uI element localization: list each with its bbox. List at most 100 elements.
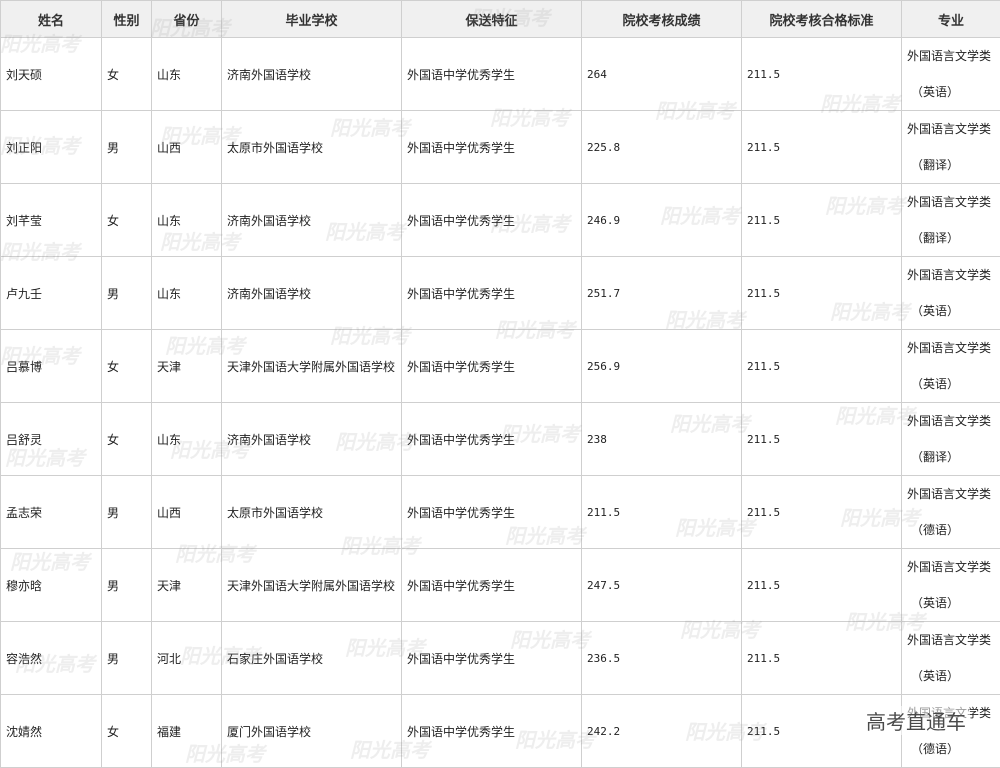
admission-table: 姓名 性别 省份 毕业学校 保送特征 院校考核成绩 院校考核合格标准 专业 刘天… bbox=[0, 0, 1000, 768]
cell-school: 天津外国语大学附属外国语学校 bbox=[222, 330, 402, 403]
major-name: 外国语言文学类 bbox=[907, 549, 1000, 585]
cell-standard: 211.5 bbox=[742, 476, 902, 549]
cell-score: 247.5 bbox=[582, 549, 742, 622]
cell-name: 孟志荣 bbox=[1, 476, 102, 549]
major-name: 外国语言文学类 bbox=[907, 622, 1000, 658]
cell-name: 沈婧然 bbox=[1, 695, 102, 768]
cell-gender: 男 bbox=[102, 476, 152, 549]
cell-name: 吕舒灵 bbox=[1, 403, 102, 476]
cell-province: 山东 bbox=[152, 184, 222, 257]
cell-standard: 211.5 bbox=[742, 403, 902, 476]
major-track: （英语） bbox=[907, 366, 1000, 402]
cell-name: 刘天硕 bbox=[1, 38, 102, 111]
cell-feature: 外国语中学优秀学生 bbox=[402, 184, 582, 257]
cell-name: 容浩然 bbox=[1, 622, 102, 695]
major-name: 外国语言文学类 bbox=[907, 403, 1000, 439]
header-major: 专业 bbox=[902, 1, 1000, 38]
cell-province: 山西 bbox=[152, 476, 222, 549]
header-feature: 保送特征 bbox=[402, 1, 582, 38]
major-track: （英语） bbox=[907, 293, 1000, 329]
cell-gender: 女 bbox=[102, 695, 152, 768]
cell-school: 天津外国语大学附属外国语学校 bbox=[222, 549, 402, 622]
cell-score: 236.5 bbox=[582, 622, 742, 695]
header-score: 院校考核成绩 bbox=[582, 1, 742, 38]
cell-name: 吕慕博 bbox=[1, 330, 102, 403]
header-standard: 院校考核合格标准 bbox=[742, 1, 902, 38]
cell-school: 济南外国语学校 bbox=[222, 257, 402, 330]
header-school: 毕业学校 bbox=[222, 1, 402, 38]
cell-standard: 211.5 bbox=[742, 38, 902, 111]
cell-gender: 女 bbox=[102, 403, 152, 476]
table-row: 刘正阳 男 山西 太原市外国语学校 外国语中学优秀学生 225.8 211.5 … bbox=[1, 111, 1000, 184]
cell-major: 外国语言文学类（德语） bbox=[902, 476, 1000, 549]
cell-feature: 外国语中学优秀学生 bbox=[402, 257, 582, 330]
cell-feature: 外国语中学优秀学生 bbox=[402, 403, 582, 476]
cell-feature: 外国语中学优秀学生 bbox=[402, 476, 582, 549]
table-row: 吕慕博 女 天津 天津外国语大学附属外国语学校 外国语中学优秀学生 256.9 … bbox=[1, 330, 1000, 403]
table-row: 穆亦晗 男 天津 天津外国语大学附属外国语学校 外国语中学优秀学生 247.5 … bbox=[1, 549, 1000, 622]
major-track: （英语） bbox=[907, 585, 1000, 621]
cell-gender: 女 bbox=[102, 184, 152, 257]
cell-score: 242.2 bbox=[582, 695, 742, 768]
brand-label: 高考直通车 bbox=[862, 706, 970, 735]
major-name: 外国语言文学类 bbox=[907, 330, 1000, 366]
cell-feature: 外国语中学优秀学生 bbox=[402, 695, 582, 768]
cell-province: 天津 bbox=[152, 330, 222, 403]
cell-gender: 男 bbox=[102, 622, 152, 695]
cell-name: 穆亦晗 bbox=[1, 549, 102, 622]
cell-gender: 男 bbox=[102, 111, 152, 184]
table-row: 容浩然 男 河北 石家庄外国语学校 外国语中学优秀学生 236.5 211.5 … bbox=[1, 622, 1000, 695]
header-gender: 性别 bbox=[102, 1, 152, 38]
cell-feature: 外国语中学优秀学生 bbox=[402, 622, 582, 695]
cell-feature: 外国语中学优秀学生 bbox=[402, 38, 582, 111]
cell-major: 外国语言文学类（英语） bbox=[902, 622, 1000, 695]
cell-score: 264 bbox=[582, 38, 742, 111]
cell-score: 256.9 bbox=[582, 330, 742, 403]
cell-feature: 外国语中学优秀学生 bbox=[402, 549, 582, 622]
cell-school: 济南外国语学校 bbox=[222, 38, 402, 111]
cell-gender: 女 bbox=[102, 38, 152, 111]
cell-province: 山东 bbox=[152, 257, 222, 330]
cell-province: 山西 bbox=[152, 111, 222, 184]
cell-score: 225.8 bbox=[582, 111, 742, 184]
cell-name: 卢九壬 bbox=[1, 257, 102, 330]
cell-major: 外国语言文学类（翻译） bbox=[902, 111, 1000, 184]
major-name: 外国语言文学类 bbox=[907, 184, 1000, 220]
header-province: 省份 bbox=[152, 1, 222, 38]
major-track: （德语） bbox=[907, 512, 1000, 548]
cell-major: 外国语言文学类（英语） bbox=[902, 38, 1000, 111]
major-track: （英语） bbox=[907, 74, 1000, 110]
cell-score: 246.9 bbox=[582, 184, 742, 257]
cell-major: 外国语言文学类（英语） bbox=[902, 257, 1000, 330]
cell-major: 外国语言文学类（英语） bbox=[902, 549, 1000, 622]
major-track: （翻译） bbox=[907, 220, 1000, 256]
cell-school: 太原市外国语学校 bbox=[222, 111, 402, 184]
major-track: （英语） bbox=[907, 658, 1000, 694]
cell-province: 福建 bbox=[152, 695, 222, 768]
major-name: 外国语言文学类 bbox=[907, 476, 1000, 512]
table-row: 刘天硕 女 山东 济南外国语学校 外国语中学优秀学生 264 211.5 外国语… bbox=[1, 38, 1000, 111]
table-row: 孟志荣 男 山西 太原市外国语学校 外国语中学优秀学生 211.5 211.5 … bbox=[1, 476, 1000, 549]
cell-gender: 男 bbox=[102, 549, 152, 622]
cell-province: 天津 bbox=[152, 549, 222, 622]
cell-feature: 外国语中学优秀学生 bbox=[402, 330, 582, 403]
major-name: 外国语言文学类 bbox=[907, 38, 1000, 74]
cell-school: 太原市外国语学校 bbox=[222, 476, 402, 549]
cell-standard: 211.5 bbox=[742, 111, 902, 184]
table-row: 吕舒灵 女 山东 济南外国语学校 外国语中学优秀学生 238 211.5 外国语… bbox=[1, 403, 1000, 476]
major-name: 外国语言文学类 bbox=[907, 257, 1000, 293]
cell-province: 山东 bbox=[152, 403, 222, 476]
cell-major: 外国语言文学类（翻译） bbox=[902, 403, 1000, 476]
cell-standard: 211.5 bbox=[742, 184, 902, 257]
cell-standard: 211.5 bbox=[742, 257, 902, 330]
table-header-row: 姓名 性别 省份 毕业学校 保送特征 院校考核成绩 院校考核合格标准 专业 bbox=[1, 1, 1000, 38]
cell-score: 211.5 bbox=[582, 476, 742, 549]
cell-gender: 女 bbox=[102, 330, 152, 403]
major-track: （翻译） bbox=[907, 147, 1000, 183]
cell-province: 河北 bbox=[152, 622, 222, 695]
cell-school: 石家庄外国语学校 bbox=[222, 622, 402, 695]
cell-name: 刘正阳 bbox=[1, 111, 102, 184]
cell-school: 济南外国语学校 bbox=[222, 403, 402, 476]
cell-province: 山东 bbox=[152, 38, 222, 111]
major-track: （翻译） bbox=[907, 439, 1000, 475]
